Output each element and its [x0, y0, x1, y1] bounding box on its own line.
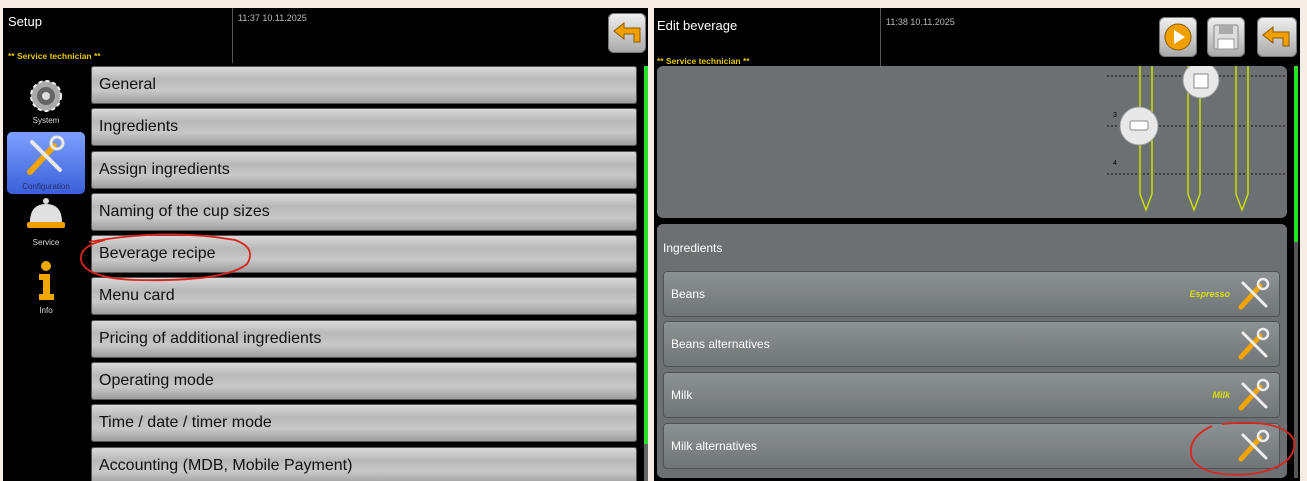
- save-icon: [1213, 24, 1239, 50]
- header-divider: [880, 8, 881, 66]
- sidebar-label-system: System: [32, 116, 60, 125]
- back-arrow-icon: [613, 21, 641, 43]
- tools-icon: [27, 135, 65, 175]
- configuration-menu: General Ingredients Assign ingredients N…: [91, 66, 637, 481]
- scrollbar-thumb[interactable]: [644, 66, 648, 444]
- screen-title: Edit beverage: [657, 18, 738, 33]
- scrollbar-thumb[interactable]: [1294, 66, 1298, 242]
- scrollbar-track[interactable]: [644, 444, 648, 481]
- sidebar-item-info[interactable]: Info: [7, 260, 85, 316]
- ingredient-name: Beans: [671, 287, 706, 301]
- header-divider: [232, 8, 233, 63]
- level-label: 4: [1113, 160, 1117, 167]
- recipe-timeline: [1107, 61, 1285, 213]
- info-icon: [39, 261, 54, 300]
- sidebar-label-configuration: Configuration: [22, 182, 70, 191]
- save-button[interactable]: [1207, 17, 1245, 57]
- datetime: 11:38 10.11.2025: [886, 17, 955, 27]
- menu-item-time-date[interactable]: Time / date / timer mode: [91, 404, 637, 443]
- back-button[interactable]: [1257, 17, 1297, 57]
- menu-item-pricing[interactable]: Pricing of additional ingredients: [91, 319, 637, 358]
- ingredient-row-milk-alternatives[interactable]: Milk alternatives: [663, 423, 1280, 469]
- edit-beverage-screen: Edit beverage ** Service technician ** 1…: [654, 8, 1300, 481]
- edit-tools-icon[interactable]: [1236, 326, 1272, 362]
- scrollbar-track[interactable]: [1294, 242, 1298, 478]
- user-role: ** Service technician **: [657, 56, 750, 66]
- ingredient-row-beans-alternatives[interactable]: Beans alternatives: [663, 321, 1280, 367]
- screen-title: Setup: [8, 14, 42, 29]
- menu-item-beverage-recipe[interactable]: Beverage recipe: [91, 235, 637, 274]
- sidebar-label-info: Info: [39, 306, 53, 315]
- sidebar-item-system[interactable]: System: [7, 76, 85, 128]
- menu-item-accounting[interactable]: Accounting (MDB, Mobile Payment): [91, 446, 637, 481]
- service-bell-icon: [27, 198, 65, 228]
- level-label: 3: [1113, 112, 1117, 119]
- setup-screen: Setup ** Service technician ** 11:37 10.…: [3, 8, 648, 481]
- ingredient-name: Beans alternatives: [671, 337, 770, 351]
- edit-tools-icon[interactable]: [1236, 377, 1272, 413]
- edit-tools-icon[interactable]: [1236, 276, 1272, 312]
- edit-tools-icon[interactable]: [1236, 428, 1272, 464]
- gear-icon: [30, 80, 62, 112]
- menu-item-general[interactable]: General: [91, 66, 637, 104]
- menu-item-operating-mode[interactable]: Operating mode: [91, 362, 637, 401]
- back-button[interactable]: [608, 13, 646, 53]
- ingredient-row-milk[interactable]: Milk Milk: [663, 372, 1280, 418]
- ingredient-tag: Espresso: [1189, 289, 1230, 299]
- sidebar-item-service[interactable]: Service: [7, 196, 85, 248]
- back-arrow-icon: [1262, 25, 1290, 47]
- play-button[interactable]: [1159, 17, 1197, 57]
- ingredient-name: Milk: [671, 388, 693, 402]
- sidebar-item-configuration[interactable]: Configuration: [7, 132, 85, 194]
- menu-item-ingredients[interactable]: Ingredients: [91, 108, 637, 147]
- datetime: 11:37 10.11.2025: [238, 13, 307, 23]
- ingredient-name: Milk alternatives: [671, 439, 758, 453]
- menu-item-assign-ingredients[interactable]: Assign ingredients: [91, 150, 637, 189]
- ingredient-row-beans[interactable]: Beans Espresso: [663, 271, 1280, 317]
- menu-item-cup-sizes[interactable]: Naming of the cup sizes: [91, 192, 637, 231]
- play-icon: [1164, 23, 1192, 51]
- user-role: ** Service technician **: [8, 51, 101, 61]
- menu-item-menu-card[interactable]: Menu card: [91, 277, 637, 316]
- ingredient-tag: Milk: [1212, 390, 1230, 400]
- sidebar-label-service: Service: [32, 238, 60, 247]
- recipe-diagram: 3 4: [657, 61, 1287, 218]
- ingredients-title: Ingredients: [663, 241, 723, 255]
